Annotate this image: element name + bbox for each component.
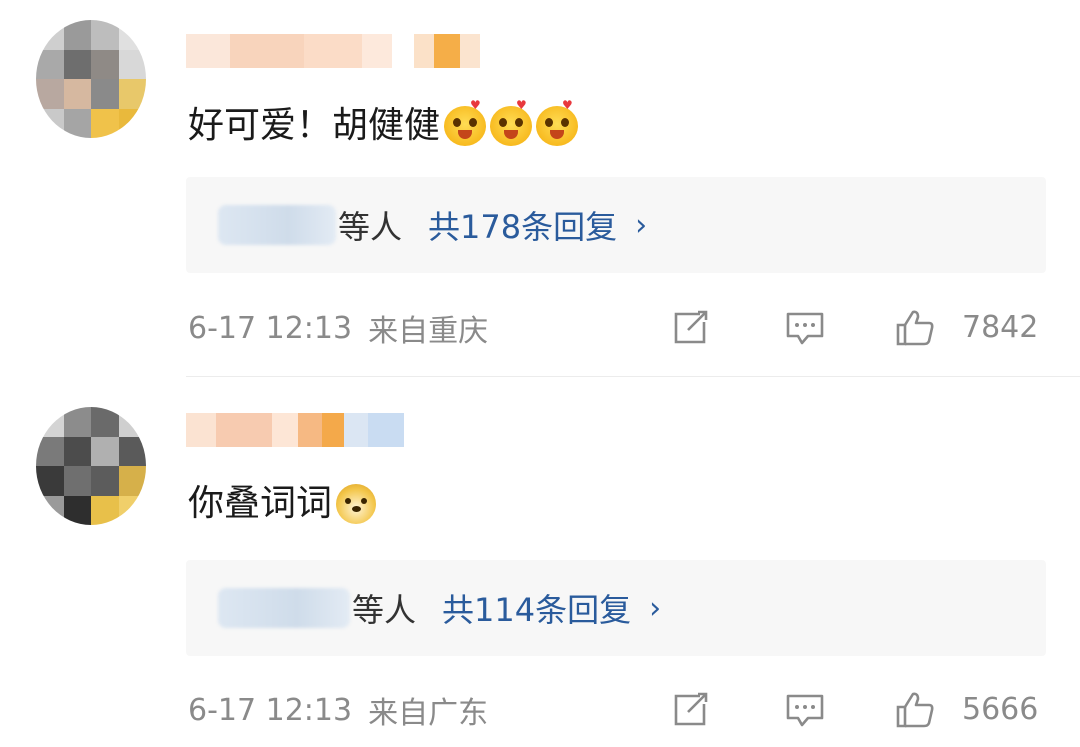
reply-summary[interactable]: 等人 共114条回复 › [186,560,1046,656]
blush-heart-emoji-icon: ♥ [536,99,579,146]
reply-count-link[interactable]: 共178条回复 [428,202,617,248]
username-blurred[interactable] [186,413,404,447]
comment-meta: 6-17 12:13 来自重庆 7842 [188,306,1044,350]
avatar[interactable] [36,407,146,525]
like-icon[interactable] [894,308,936,348]
comment-text-content: 你叠词词 [188,483,333,524]
comment-icon[interactable] [784,690,826,730]
replier-name-blurred [218,588,350,628]
comment-text: 好可爱！胡健健 ♥ ♥ ♥ [188,99,579,150]
comment-text-content: 好可爱！胡健健 [188,105,441,146]
comment-time: 6-17 12:13 [188,310,353,346]
chevron-right-icon[interactable]: › [635,208,647,243]
like-count: 5666 [962,692,1039,727]
username-blurred[interactable] [186,34,480,68]
like-count: 7842 [962,310,1039,345]
reply-summary[interactable]: 等人 共178条回复 › [186,177,1046,273]
comment-text: 你叠词词 [188,480,377,528]
share-icon[interactable] [670,690,712,730]
reply-people-label: 等人 [352,591,417,629]
comment-location: 来自重庆 [368,314,489,349]
replier-name-blurred [218,205,336,245]
like-icon[interactable] [894,690,936,730]
reply-people-label: 等人 [338,208,403,246]
avatar[interactable] [36,20,146,138]
comment-location: 来自广东 [368,696,489,731]
blush-heart-emoji-icon: ♥ [444,99,487,146]
comment-meta: 6-17 12:13 来自广东 5666 [188,688,1044,732]
chevron-right-icon[interactable]: › [649,591,661,626]
comment-icon[interactable] [784,308,826,348]
comment-item: 你叠词词 等人 共114条回复 › 6-17 12:13 来自广东 5666 [0,377,1080,747]
share-icon[interactable] [670,308,712,348]
comment-time: 6-17 12:13 [188,692,353,728]
blush-heart-emoji-icon: ♥ [490,99,533,146]
comment-item: 好可爱！胡健健 ♥ ♥ ♥ 等人 共178条回复 › 6-17 12:13 来自… [0,0,1080,376]
doge-emoji-icon [336,484,377,524]
reply-count-link[interactable]: 共114条回复 [442,585,631,631]
